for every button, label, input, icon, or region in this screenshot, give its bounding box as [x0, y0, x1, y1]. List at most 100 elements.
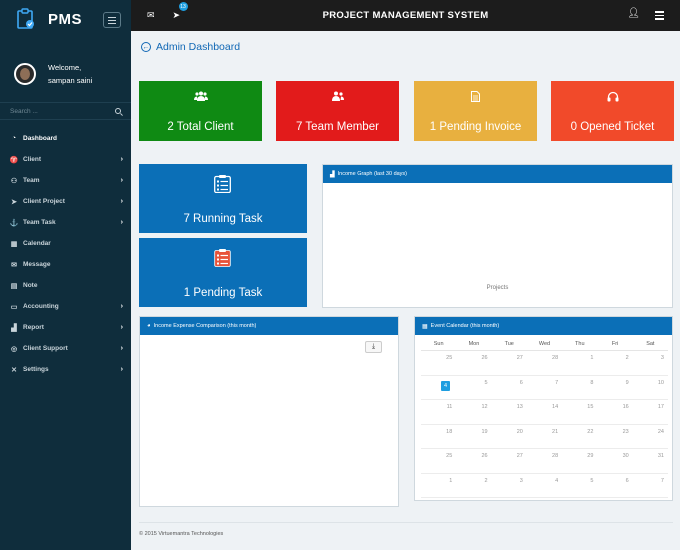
income-expense-panel: ◕ Income Expense Comparison (this month)…	[139, 316, 399, 507]
download-icon: ⤓	[371, 343, 376, 350]
calendar-day[interactable]: 27	[492, 351, 527, 375]
sidebar-item-report[interactable]: ▟ Report ›	[0, 317, 131, 338]
sidebar-item-dashboard[interactable]: ◔ Dashboard	[0, 128, 131, 149]
calendar-day[interactable]: 16	[597, 400, 632, 424]
calendar-day[interactable]: 31	[633, 449, 668, 473]
sidebar-item-note[interactable]: ▤ Note	[0, 275, 131, 296]
calendar-day[interactable]: 24	[633, 425, 668, 449]
calendar-day[interactable]: 29	[562, 449, 597, 473]
calendar-day[interactable]: 25	[421, 351, 456, 375]
calendar-day[interactable]: 14	[527, 400, 562, 424]
stat-opened-ticket[interactable]: 0 Opened Ticket	[551, 81, 674, 141]
sidebar-item-label: Settings	[23, 366, 49, 373]
back-arrow-icon[interactable]: ←	[141, 42, 151, 52]
calendar-week: 25 26 27 28 1 2 3	[421, 351, 668, 376]
calendar-day[interactable]: 1	[421, 474, 456, 498]
sidebar: PMS Welcome, sampan saini ◔ Dashboard ♈ …	[0, 0, 131, 550]
calendar-day-today[interactable]: 4	[421, 376, 456, 400]
sidebar-item-label: Team	[23, 177, 40, 184]
calendar-day[interactable]: 5	[456, 376, 491, 400]
sidebar-toggle-button[interactable]	[103, 12, 121, 28]
calendar-day[interactable]: 7	[527, 376, 562, 400]
calendar-day[interactable]: 2	[456, 474, 491, 498]
calendar-day[interactable]: 30	[597, 449, 632, 473]
notification-badge: 13	[178, 2, 188, 11]
sidebar-item-team-task[interactable]: ⚓ Team Task ›	[0, 212, 131, 233]
weekday-label: Wed	[538, 341, 551, 347]
stat-pending-invoice[interactable]: 1 Pending Invoice	[414, 81, 537, 141]
user-panel: Welcome, sampan saini	[0, 46, 131, 102]
calendar-day[interactable]: 4	[527, 474, 562, 498]
calendar-day[interactable]: 3	[633, 351, 668, 375]
download-button[interactable]: ⤓	[365, 341, 382, 353]
calendar-day[interactable]: 1	[562, 351, 597, 375]
sidebar-item-accounting[interactable]: ▭ Accounting ›	[0, 296, 131, 317]
stat-total-client[interactable]: 2 Total Client	[139, 81, 262, 141]
headphones-icon	[551, 91, 674, 105]
page-title-text: Admin Dashboard	[156, 41, 241, 53]
calendar-day[interactable]: 8	[562, 376, 597, 400]
calendar-day[interactable]: 13	[492, 400, 527, 424]
menu-icon[interactable]	[655, 11, 664, 20]
running-task-box[interactable]: 7 Running Task	[139, 164, 307, 233]
calendar-day[interactable]: 3	[492, 474, 527, 498]
calendar-day[interactable]: 28	[527, 449, 562, 473]
calendar-day[interactable]: 2	[597, 351, 632, 375]
calendar-day[interactable]: 28	[527, 351, 562, 375]
pending-task-box[interactable]: 1 Pending Task	[139, 238, 307, 307]
calendar-day[interactable]: 22	[562, 425, 597, 449]
dashboard-icon: ◔	[11, 135, 17, 142]
stat-team-member[interactable]: 7 Team Member	[276, 81, 399, 141]
chevron-right-icon: ›	[120, 345, 123, 352]
sidebar-item-client-project[interactable]: ➤ Client Project ›	[0, 191, 131, 212]
sidebar-item-client-support[interactable]: ◎ Client Support ›	[0, 338, 131, 359]
footer-divider	[139, 522, 673, 523]
sidebar-item-client[interactable]: ♈ Client ›	[0, 149, 131, 170]
calendar-day[interactable]: 25	[421, 449, 456, 473]
top-bar: ✉ ➤ 13 PROJECT MANAGEMENT SYSTEM 👤︎	[131, 0, 680, 31]
calendar-day[interactable]: 27	[492, 449, 527, 473]
envelope-icon: ✉	[11, 261, 17, 269]
weekday-label: Mon	[468, 341, 480, 347]
calendar-day[interactable]: 10	[633, 376, 668, 400]
weekday-label: Fri	[611, 341, 619, 347]
calendar-day[interactable]: 26	[456, 351, 491, 375]
send-icon[interactable]: ➤ 13	[173, 2, 188, 21]
calendar-day[interactable]: 9	[597, 376, 632, 400]
sidebar-item-label: Team Task	[23, 219, 56, 226]
calendar-day[interactable]: 17	[633, 400, 668, 424]
chevron-right-icon: ›	[120, 324, 123, 331]
sidebar-search	[0, 102, 131, 120]
envelope-icon[interactable]: ✉	[147, 10, 155, 21]
task-label: 1 Pending Task	[183, 287, 263, 299]
search-icon[interactable]	[115, 108, 121, 114]
panel-header: ▟ Income Graph (last 30 days)	[323, 165, 672, 183]
calendar-day[interactable]: 11	[421, 400, 456, 424]
calendar-day[interactable]: 20	[492, 425, 527, 449]
calendar-day[interactable]: 18	[421, 425, 456, 449]
stat-label: 0 Opened Ticket	[570, 121, 655, 133]
sidebar-item-label: Report	[23, 324, 44, 331]
calendar-day[interactable]: 6	[492, 376, 527, 400]
sidebar-item-team[interactable]: ⚇ Team ›	[0, 170, 131, 191]
users-icon: ⚇	[10, 177, 18, 185]
calendar-day[interactable]: 21	[527, 425, 562, 449]
calendar-day[interactable]: 6	[597, 474, 632, 498]
calendar-day[interactable]: 15	[562, 400, 597, 424]
calendar-day[interactable]: 12	[456, 400, 491, 424]
sidebar-item-settings[interactable]: ✕ Settings ›	[0, 359, 131, 380]
search-input[interactable]	[10, 107, 90, 115]
user-icon[interactable]: 👤︎	[627, 8, 640, 19]
sidebar-item-message[interactable]: ✉ Message	[0, 254, 131, 275]
sidebar-item-label: Dashboard	[23, 135, 57, 142]
calendar-day[interactable]: 5	[562, 474, 597, 498]
today-marker: 4	[441, 380, 451, 391]
avatar	[14, 63, 36, 85]
calendar-day[interactable]: 26	[456, 449, 491, 473]
calendar-day[interactable]: 19	[456, 425, 491, 449]
pie-chart-icon: ◕	[147, 323, 151, 329]
calendar-day[interactable]: 23	[597, 425, 632, 449]
chevron-right-icon: ›	[120, 219, 123, 226]
sidebar-item-calendar[interactable]: ▦ Calendar	[0, 233, 131, 254]
calendar-day[interactable]: 7	[633, 474, 668, 498]
